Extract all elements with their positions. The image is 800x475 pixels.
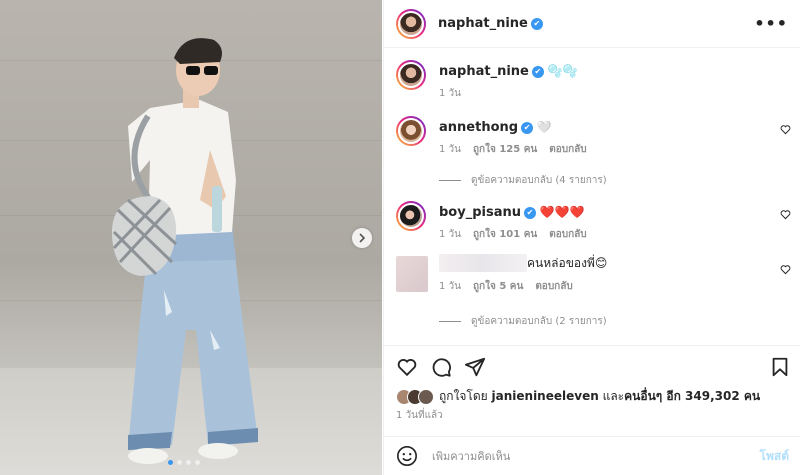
comment-likes[interactable]: ถูกใจ 5 คน: [473, 279, 523, 294]
post-panel: naphat_nine ✔ ••• naphat_nine ✔ 🫧🫧 1 วัน …: [383, 0, 800, 475]
commenter-avatar[interactable]: [396, 116, 426, 146]
post-actions: [384, 345, 800, 387]
post-photo[interactable]: [0, 0, 382, 475]
liker-avatar: [418, 388, 434, 405]
view-replies-label: ดูข้อความตอบกลับ (2 รายการ): [471, 316, 607, 327]
like-comment-icon[interactable]: [780, 124, 791, 135]
person-figure: [111, 38, 258, 464]
comment-row: คนหล่อของพี่😊 1 วัน ถูกใจ 5 คน ตอบกลับ: [396, 254, 791, 300]
comment-username[interactable]: boy_pisanu: [439, 205, 521, 220]
carousel-dot: [195, 460, 200, 465]
add-comment-bar: โพสต์: [384, 436, 800, 475]
commenter-avatar[interactable]: [396, 201, 426, 231]
reply-button[interactable]: ตอบกลับ: [549, 227, 586, 242]
redacted-username: [439, 254, 527, 272]
comment-username[interactable]: annethong: [439, 120, 518, 135]
likes-summary: ถูกใจโดย janienineeleven และคนอื่นๆ อีก …: [396, 387, 760, 406]
caption-username[interactable]: naphat_nine: [439, 64, 529, 79]
reply-button[interactable]: ตอบกลับ: [535, 279, 572, 294]
comment-text: ❤️❤️❤️: [539, 205, 585, 219]
comment-row: annethong ✔ 🤍 1 วัน ถูกใจ 125 คน ตอบกลับ: [396, 116, 791, 156]
carousel-dot: [168, 460, 173, 465]
like-icon[interactable]: [396, 356, 418, 378]
post-comment-button[interactable]: โพสต์: [760, 447, 789, 466]
comment-row: boy_pisanu ✔ ❤️❤️❤️ 1 วัน ถูกใจ 101 คน ตอ…: [396, 201, 791, 241]
verified-icon: ✔: [531, 65, 544, 78]
comments-list: naphat_nine ✔ 🫧🫧 1 วัน annethong ✔ 🤍 1 วัน…: [384, 48, 800, 345]
comment-input[interactable]: [432, 449, 760, 463]
comment-likes[interactable]: ถูกใจ 101 คน: [473, 227, 537, 242]
post-header: naphat_nine ✔ •••: [384, 0, 800, 48]
author-avatar[interactable]: [396, 8, 426, 39]
view-replies[interactable]: ดูข้อความตอบกลับ (4 รายการ): [439, 173, 607, 188]
commenter-avatar[interactable]: [396, 256, 428, 292]
verified-icon: ✔: [530, 17, 543, 30]
view-replies-label: ดูข้อความตอบกลับ (4 รายการ): [471, 175, 607, 186]
likes-middle: และ: [598, 389, 625, 403]
carousel-dot: [186, 460, 191, 465]
caption-avatar[interactable]: [396, 60, 426, 90]
liked-by-user[interactable]: janienineeleven: [492, 389, 599, 403]
comment-text: คนหล่อของพี่😊: [527, 256, 608, 270]
next-photo-button[interactable]: [352, 228, 372, 248]
comment-time: 1 วัน: [439, 229, 461, 240]
view-replies[interactable]: ดูข้อความตอบกลับ (2 รายการ): [439, 314, 607, 329]
save-bookmark-icon[interactable]: [769, 356, 791, 378]
caption-time: 1 วัน: [439, 88, 461, 99]
post-time: 1 วันที่แล้ว: [396, 410, 443, 421]
comment-likes[interactable]: ถูกใจ 125 คน: [473, 142, 537, 157]
caption-row: naphat_nine ✔ 🫧🫧 1 วัน: [396, 60, 791, 100]
verified-icon: ✔: [524, 206, 536, 219]
comment-time: 1 วัน: [439, 281, 461, 292]
more-options-icon[interactable]: •••: [754, 14, 788, 33]
verified-icon: ✔: [521, 121, 534, 134]
chevron-right-icon: [359, 233, 366, 243]
comment-icon[interactable]: [430, 356, 452, 378]
caption-text: 🫧🫧: [547, 64, 578, 78]
carousel-dot: [177, 460, 182, 465]
likes-others[interactable]: คนอื่นๆ อีก 349,302 คน: [624, 389, 760, 403]
comment-time: 1 วัน: [439, 144, 461, 155]
like-comment-icon[interactable]: [780, 209, 791, 220]
share-icon[interactable]: [464, 356, 486, 378]
likes-prefix: ถูกใจโดย: [439, 389, 492, 403]
carousel-dots: [168, 460, 200, 465]
reply-button[interactable]: ตอบกลับ: [549, 142, 586, 157]
comment-text: 🤍: [536, 120, 552, 134]
author-username[interactable]: naphat_nine: [438, 16, 528, 31]
like-comment-icon[interactable]: [780, 264, 791, 275]
emoji-icon[interactable]: [396, 445, 418, 467]
